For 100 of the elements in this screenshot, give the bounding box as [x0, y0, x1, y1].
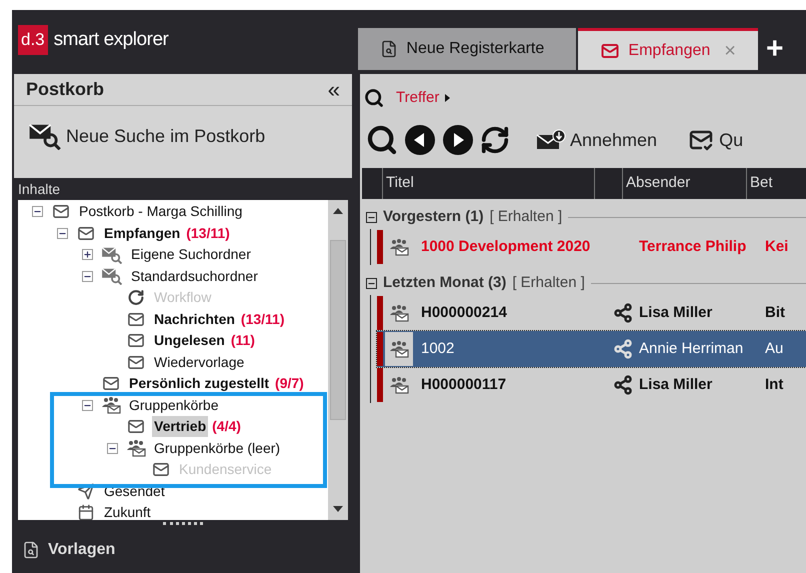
group-toggle[interactable] [366, 212, 377, 222]
mail-icon [126, 354, 146, 371]
tree-item[interactable]: Persönlich zugestellt [127, 373, 272, 394]
refresh-button[interactable] [480, 125, 510, 155]
tree-item[interactable]: Zukunft [102, 502, 153, 520]
mail-icon [101, 375, 121, 392]
group-title: Vorgestern (1) [383, 206, 484, 227]
mail-icon [76, 224, 96, 242]
expand-toggle[interactable] [82, 249, 93, 260]
table-cell-text: Int [764, 374, 784, 395]
tab[interactable]: Empfangen × [578, 28, 758, 70]
collapse-toggle[interactable] [82, 270, 93, 282]
accept-button[interactable]: Annehmen [536, 126, 658, 154]
table-cell-text: Lisa Miller [638, 374, 714, 395]
table-cell-text: Terrance Philip [638, 236, 748, 257]
table-cell-text: 1000 Development 2020 [421, 236, 590, 257]
logo-mark: d.3 [18, 25, 48, 55]
collapse-toggle[interactable] [32, 206, 43, 218]
mail-icon [126, 310, 146, 328]
search-button[interactable] [366, 124, 398, 156]
scroll-up-icon[interactable] [333, 208, 343, 214]
column-header[interactable]: Titel [382, 168, 594, 199]
group-title: Letzten Monat (3) [383, 272, 506, 293]
new-tab-button[interactable]: + [760, 28, 790, 70]
tree-item[interactable]: Wiedervorlage [152, 352, 246, 373]
share-icon [613, 375, 633, 395]
column-header[interactable]: Absender [622, 168, 746, 199]
breadcrumb-link[interactable]: Treffer [396, 86, 440, 110]
mail-icon [151, 461, 171, 478]
collapse-button[interactable]: « [328, 78, 340, 100]
section-header: Inhalte [17, 180, 62, 198]
share-icon [613, 303, 633, 323]
tree-item[interactable]: Empfangen [102, 222, 182, 244]
unread-count: (9/7) [275, 374, 304, 394]
panel-title: Postkorb [26, 78, 104, 101]
scroll-down-icon[interactable] [333, 506, 343, 512]
table-cell-text: Bit [764, 302, 786, 323]
send-icon [76, 482, 96, 500]
mail-download-icon [536, 129, 566, 151]
group-tag: [ Erhalten ] [512, 272, 585, 294]
back-button[interactable] [404, 124, 436, 156]
table-cell-text: Au [764, 338, 784, 359]
new-search-button[interactable]: Neue Suche im Postkorb [28, 122, 266, 150]
tree-item[interactable]: Standardsuchordner [129, 266, 260, 287]
group-mail-icon [126, 439, 146, 458]
tab-label: Empfangen [628, 40, 710, 60]
table-cell-text: Lisa Miller [638, 302, 714, 323]
tree-item[interactable]: Gruppenkörbe (leer) [152, 438, 282, 459]
calendar-icon [76, 504, 96, 520]
table-row[interactable]: H000000117 Lisa Miller Int [377, 367, 806, 403]
forward-button[interactable] [442, 124, 474, 156]
document-search-icon [22, 539, 40, 561]
priority-marker [377, 368, 383, 402]
mail-icon [600, 42, 620, 60]
plus-icon [83, 250, 92, 260]
unread-count: (4/4) [212, 417, 241, 436]
collapse-toggle[interactable] [107, 442, 118, 454]
mail-icon [51, 203, 71, 220]
tab-label: Neue Registerkarte [406, 39, 544, 59]
check-mail-button[interactable]: Qu [687, 126, 744, 154]
collapse-toggle[interactable] [82, 400, 93, 411]
tab[interactable]: Neue Registerkarte [358, 28, 576, 70]
group-mail-icon [389, 376, 409, 394]
table-cell-text: H000000117 [421, 374, 506, 395]
tree-item[interactable]: Postkorb - Marga Schilling [77, 201, 244, 222]
group-mail-icon [389, 238, 409, 256]
group-mail-icon [389, 340, 409, 358]
mail-search-icon [101, 267, 123, 286]
priority-marker [377, 332, 383, 366]
table-cell-text: 1002 [421, 338, 454, 359]
table-row[interactable]: 1002 Annie Herriman Au [377, 331, 806, 367]
group-toggle[interactable] [366, 278, 377, 288]
group-mail-icon [101, 396, 121, 414]
cycle-icon [126, 289, 146, 306]
tree-item[interactable]: Gruppenkörbe [127, 394, 221, 416]
caret-icon [445, 94, 450, 102]
tree-item[interactable]: Ungelesen [152, 330, 227, 352]
tree-item[interactable]: Nachrichten [152, 308, 237, 330]
share-icon [613, 339, 633, 359]
templates-section[interactable]: Vorlagen [48, 538, 116, 562]
collapse-toggle[interactable] [57, 228, 68, 239]
priority-marker [377, 296, 383, 330]
group-tag: [ Erhalten ] [490, 206, 562, 228]
scrollbar[interactable] [328, 200, 348, 520]
table-cell-text: Kei [764, 236, 790, 257]
table-cell-text: H000000214 [421, 302, 507, 323]
tree-item[interactable]: Eigene Suchordner [129, 244, 253, 266]
mail-search-icon [101, 246, 123, 264]
unread-count: (13/11) [240, 310, 285, 329]
group-mail-icon [389, 304, 409, 322]
document-search-icon [380, 39, 398, 59]
scrollbar-thumb[interactable] [330, 240, 346, 420]
mail-search-icon [28, 122, 62, 150]
tree-item[interactable]: Vertrieb [152, 416, 208, 438]
search-icon [364, 88, 384, 108]
table-row[interactable]: H000000214 Lisa Miller Bit [377, 295, 806, 331]
priority-marker [377, 230, 383, 264]
column-header[interactable]: Bet [746, 168, 786, 199]
unread-count: (13/11) [186, 224, 230, 243]
app-name: smart explorer [54, 28, 168, 52]
